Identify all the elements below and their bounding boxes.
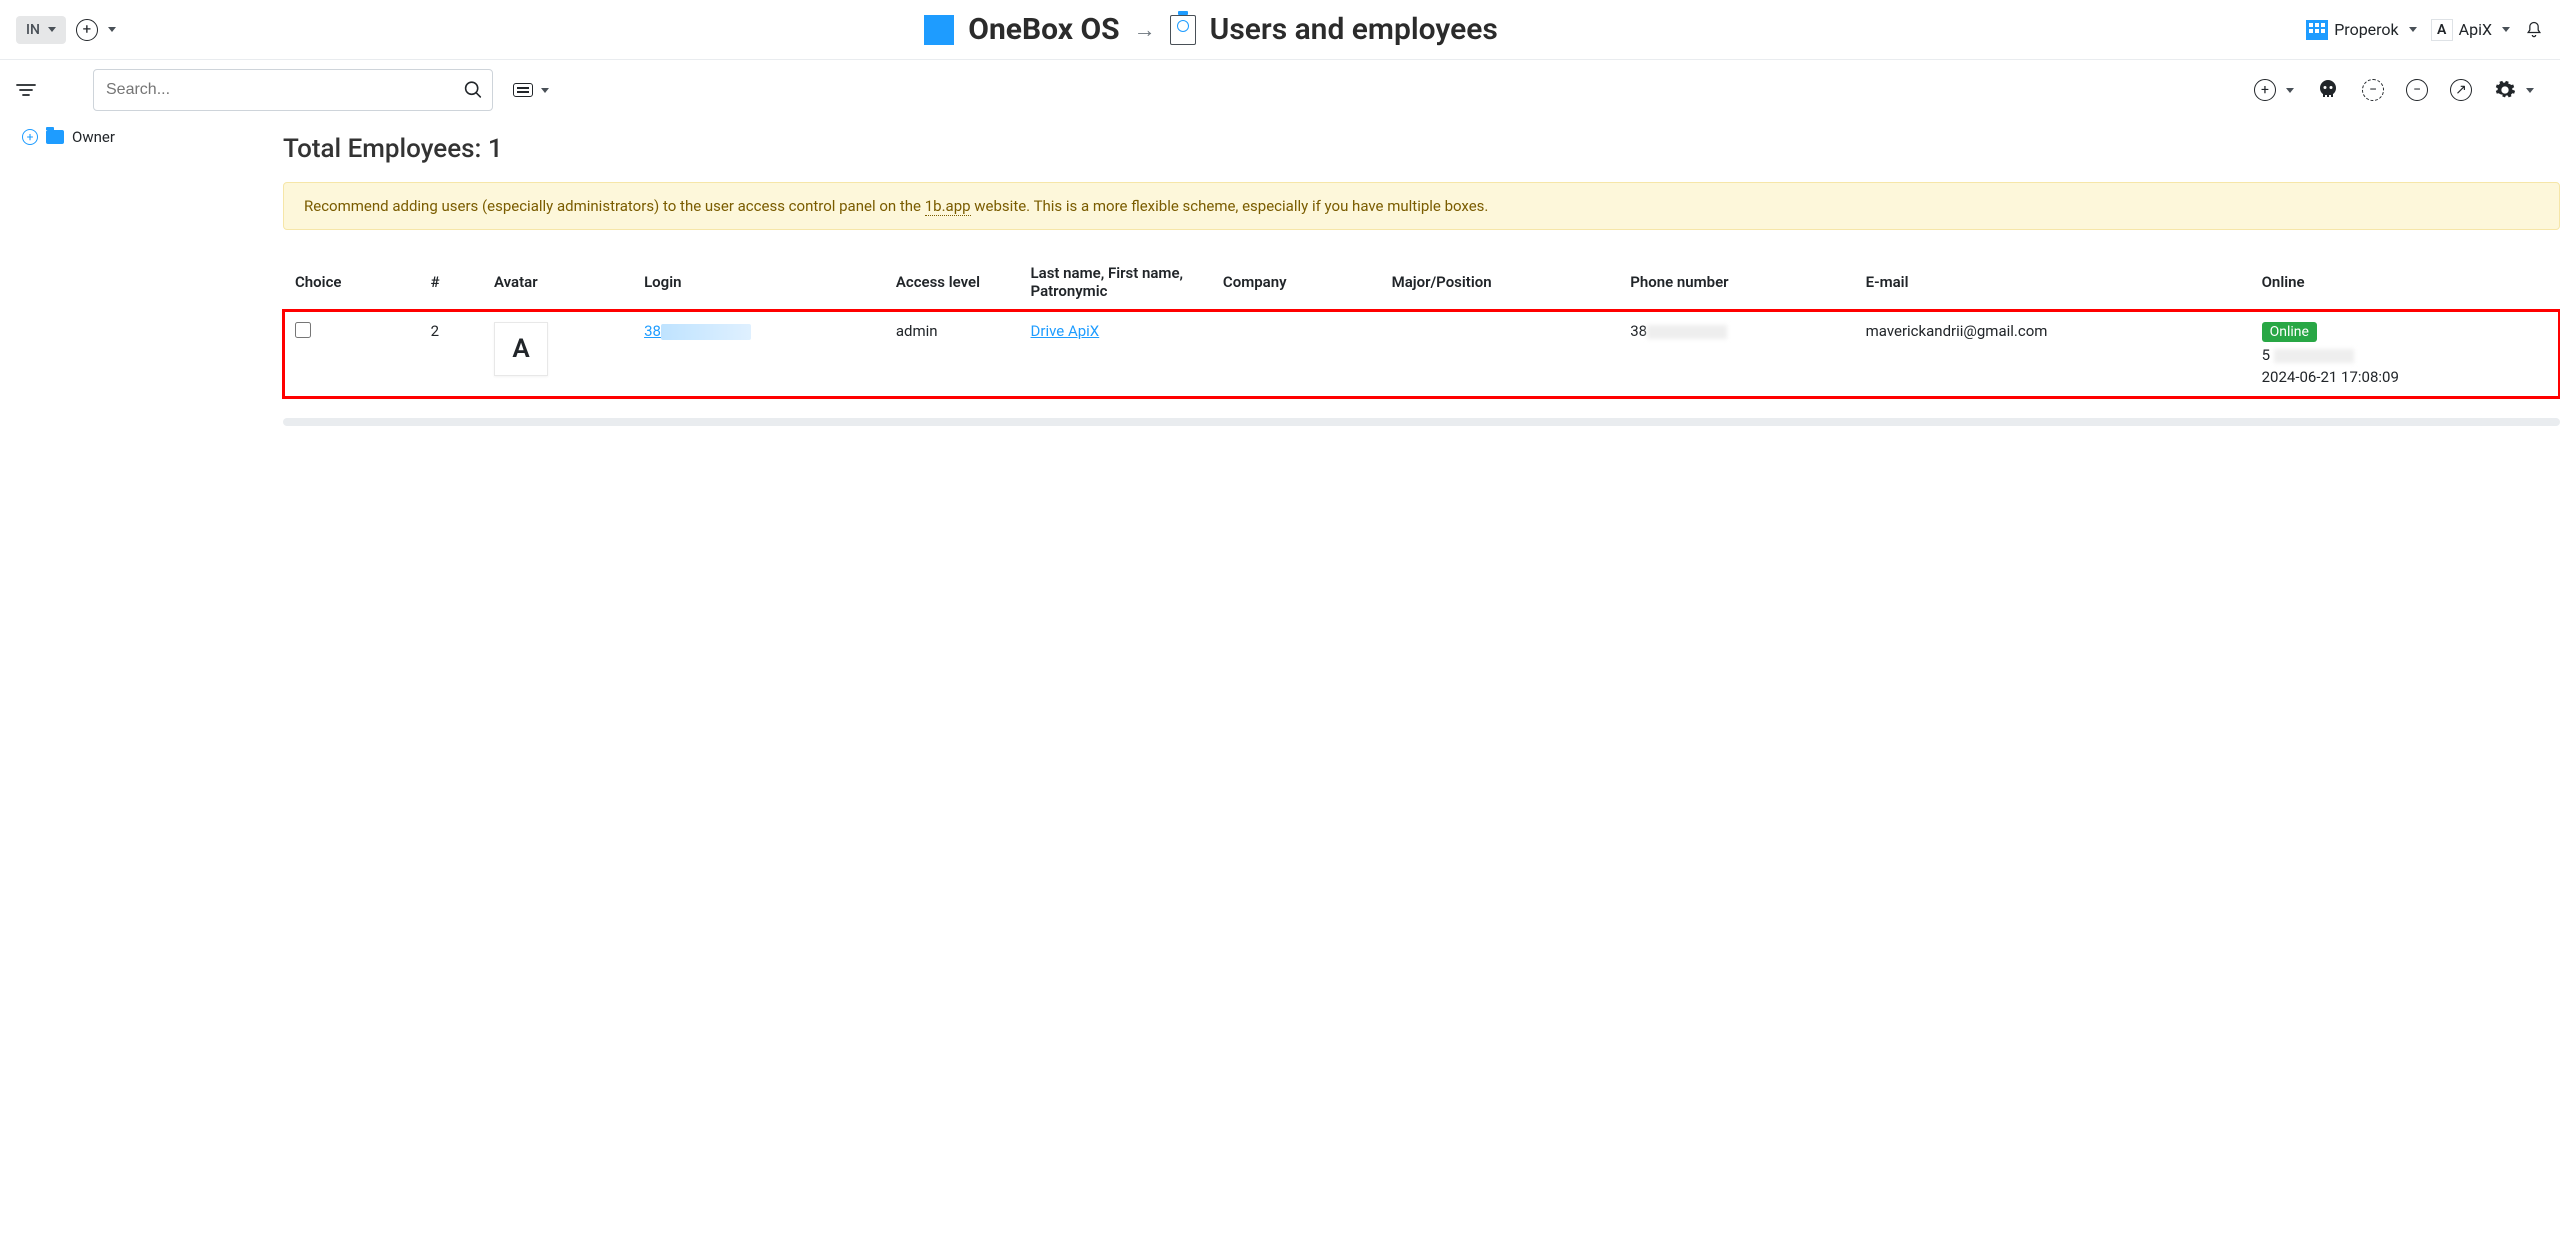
caret-down-icon	[2286, 88, 2294, 93]
org-name: Properok	[2334, 20, 2398, 39]
bell-icon[interactable]	[2524, 19, 2544, 41]
col-access[interactable]: Access level	[884, 254, 1019, 310]
plus-circle-icon: +	[76, 19, 98, 41]
tree-root-label: Owner	[72, 128, 115, 146]
employees-table: Choice # Avatar Login Access level Last …	[283, 254, 2560, 398]
cell-phone: 38	[1618, 310, 1853, 398]
toolbar: + − − ↗	[283, 60, 2560, 120]
search-input[interactable]	[106, 81, 463, 99]
col-email[interactable]: E-mail	[1854, 254, 2250, 310]
main-layout: + Owner + − −	[0, 60, 2560, 426]
cell-login: 38	[632, 310, 884, 398]
list-view-icon	[513, 83, 533, 97]
row-checkbox[interactable]	[295, 322, 311, 338]
banner-link[interactable]: 1b.app	[925, 197, 971, 216]
building-icon	[2306, 20, 2328, 40]
display-mode-selector[interactable]	[513, 83, 549, 97]
login-link[interactable]: 38	[644, 322, 751, 340]
user-menu[interactable]: A ApiX	[2431, 19, 2510, 41]
online-ip-redacted	[2274, 349, 2354, 363]
caret-down-icon	[108, 27, 116, 32]
add-node-icon[interactable]: +	[22, 129, 38, 145]
login-prefix: 38	[644, 322, 661, 340]
header-right: Properok A ApiX	[2306, 19, 2544, 41]
toolbar-right: + − − ↗	[2254, 78, 2544, 102]
language-label: IN	[26, 22, 40, 38]
caret-down-icon	[48, 27, 56, 32]
cell-choice	[283, 310, 419, 398]
skull-icon[interactable]	[2316, 78, 2340, 102]
search-box[interactable]	[93, 69, 493, 111]
col-name[interactable]: Last name, First name, Patronymic	[1019, 254, 1211, 310]
table-scrollbar[interactable]	[283, 418, 2560, 426]
col-avatar[interactable]: Avatar	[482, 254, 632, 310]
export-arrow-icon[interactable]: ↗	[2450, 79, 2472, 101]
cell-email: maverickandrii@gmail.com	[1854, 310, 2250, 398]
minus-circle-icon[interactable]: −	[2406, 79, 2428, 101]
header-center: OneBox OS → Users and employees	[126, 12, 2296, 47]
cell-num: 2	[419, 310, 482, 398]
online-badge: Online	[2262, 322, 2317, 342]
table-header-row: Choice # Avatar Login Access level Last …	[283, 254, 2560, 310]
plus-circle-icon: +	[2254, 79, 2276, 101]
col-choice[interactable]: Choice	[283, 254, 419, 310]
sidebar-tree: + Owner	[0, 120, 265, 146]
online-timestamp: 2024-06-21 17:08:09	[2262, 368, 2548, 386]
banner-text-prefix: Recommend adding users (especially admin…	[304, 197, 925, 215]
online-ip-line: 5	[2262, 346, 2548, 364]
name-link[interactable]: Drive ApiX	[1031, 322, 1100, 340]
table-row[interactable]: 2 A 38 admin Drive ApiX 38 maverickandri…	[283, 310, 2560, 398]
caret-down-icon	[2502, 27, 2510, 32]
brand-name[interactable]: OneBox OS	[968, 12, 1119, 47]
cell-access: admin	[884, 310, 1019, 398]
total-employees-label: Total Employees: 1	[283, 120, 2560, 182]
banner-text-suffix: website. This is a more flexible scheme,…	[971, 197, 1489, 215]
avatar-icon: A	[494, 322, 548, 376]
language-selector[interactable]: IN	[16, 16, 66, 44]
filter-icon[interactable]	[16, 83, 36, 97]
online-line2-prefix: 5	[2262, 346, 2270, 364]
users-module-icon	[1170, 15, 1196, 45]
cell-company	[1211, 310, 1380, 398]
phone-prefix: 38	[1630, 322, 1647, 340]
col-position[interactable]: Major/Position	[1380, 254, 1619, 310]
user-name: ApiX	[2459, 20, 2492, 39]
phone-redacted	[1647, 325, 1727, 339]
arrow-right-icon: →	[1134, 17, 1156, 43]
settings-menu[interactable]	[2494, 79, 2534, 101]
cell-online: Online 5 2024-06-21 17:08:09	[2250, 310, 2560, 398]
add-record-menu[interactable]: +	[2254, 79, 2294, 101]
folder-icon	[46, 130, 64, 144]
col-num[interactable]: #	[419, 254, 482, 310]
caret-down-icon	[2409, 27, 2417, 32]
right-column: + − − ↗ Total Employees: 1 Recommend add…	[265, 60, 2560, 426]
left-column: + Owner	[0, 60, 265, 426]
top-header: IN + OneBox OS → Users and employees Pro…	[0, 0, 2560, 60]
login-redacted	[661, 324, 751, 340]
col-company[interactable]: Company	[1211, 254, 1380, 310]
col-login[interactable]: Login	[632, 254, 884, 310]
gear-icon	[2494, 79, 2516, 101]
add-menu[interactable]: +	[76, 19, 116, 41]
cell-avatar: A	[482, 310, 632, 398]
cell-name: Drive ApiX	[1019, 310, 1211, 398]
org-selector[interactable]: Properok	[2306, 20, 2416, 40]
info-banner: Recommend adding users (especially admin…	[283, 182, 2560, 230]
caret-down-icon	[541, 88, 549, 93]
dashed-minus-icon[interactable]: −	[2362, 79, 2384, 101]
page-title: Users and employees	[1210, 12, 1498, 47]
brand-logo-icon	[924, 15, 954, 45]
search-icon[interactable]	[463, 79, 484, 101]
tree-root-item[interactable]: + Owner	[22, 128, 255, 146]
cell-position	[1380, 310, 1619, 398]
avatar-icon: A	[2431, 19, 2453, 41]
caret-down-icon	[2526, 88, 2534, 93]
col-online[interactable]: Online	[2250, 254, 2560, 310]
col-phone[interactable]: Phone number	[1618, 254, 1853, 310]
